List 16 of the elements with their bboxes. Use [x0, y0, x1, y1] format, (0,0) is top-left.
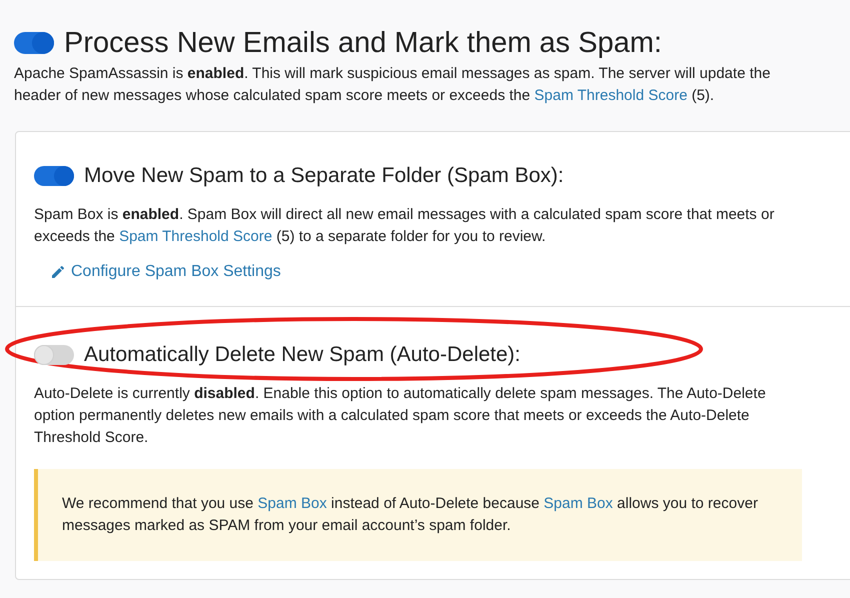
configure-link[interactable]: Configure Spam Box Settings [50, 260, 281, 284]
recommendation-alert: We recommend that you use Spam Box instead of Auto-Delete because Spam Box allows you to recover messages marked as SPAM from your email account’s spam folder. [34, 469, 802, 561]
spam-threshold-link[interactable]: Spam Box [258, 495, 327, 512]
pencil-icon [50, 264, 66, 280]
toggle-switch[interactable] [14, 32, 54, 54]
page-title: Process New Emails and Mark them as Spam: [64, 26, 662, 61]
spam-threshold-link[interactable]: Spam Threshold Score [119, 228, 272, 245]
toggle-switch[interactable] [34, 345, 74, 365]
spam-threshold-link[interactable]: Spam Threshold Score [534, 87, 688, 104]
description-text: Apache SpamAssassin is enabled. This will mark suspicious email messages as spam. The server will update the header of new messages whose calculated spam score meets or exceeds the Spam Threshold Score (5). [14, 64, 772, 106]
section-description: Auto-Delete is currently disabled. Enable this option to automatically delete spam messages. The Auto-Delete option permanently deletes new emails with a calculated spam score that meets or exceeds the Auto-Delete Threshold Score. [34, 384, 767, 448]
section-title: Move New Spam to a Separate Folder (Spam Box): [84, 163, 564, 189]
toggle-switch[interactable] [34, 166, 74, 186]
section-title: Automatically Delete New Spam (Auto-Delete): [84, 342, 521, 368]
spam-threshold-link[interactable]: Spam Box [544, 495, 613, 512]
section-description: Spam Box is enabled. Spam Box will direct all new email messages with a calculated spam score that meets or exceeds the Spam Threshold Score (5) to a separate folder for you to review. [34, 205, 776, 247]
